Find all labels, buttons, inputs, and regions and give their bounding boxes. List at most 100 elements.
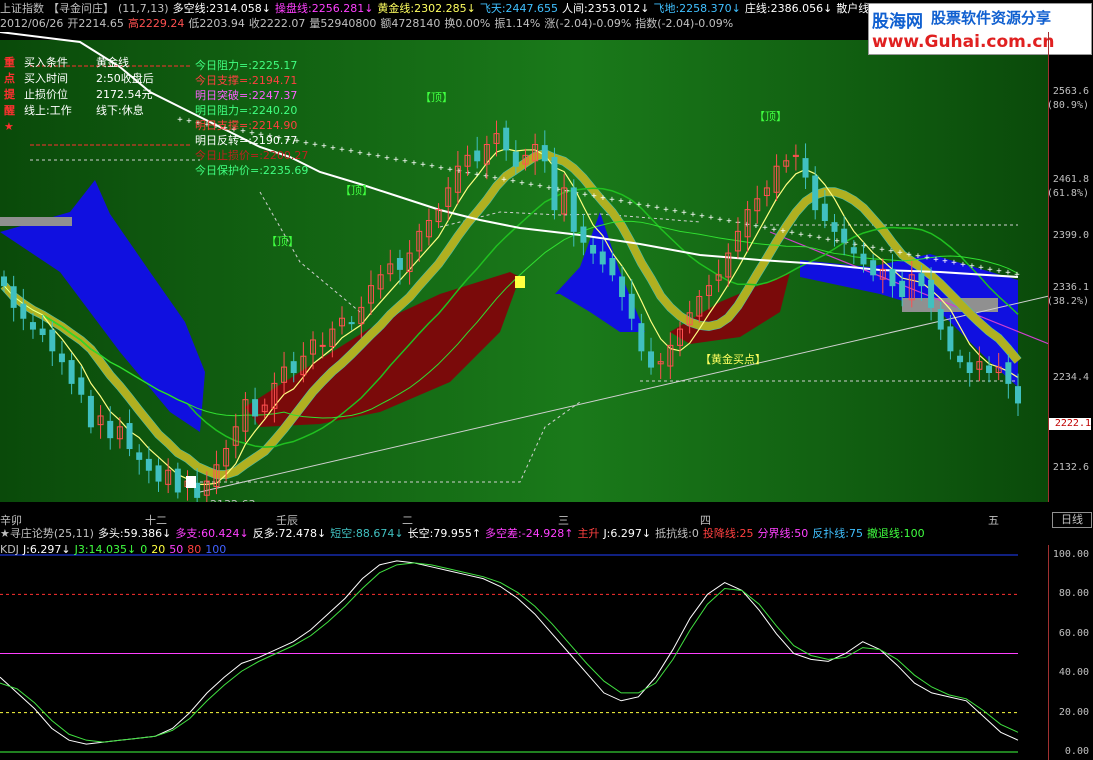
price-level-item: 明日阻力=:2240.20 <box>195 104 298 117</box>
candle-body <box>986 365 993 374</box>
trend-item-5: 长空:79.955↑ <box>407 527 482 540</box>
header-indicator-10: 散户线 <box>836 2 870 15</box>
retail-line-marker: + <box>447 165 453 175</box>
retail-line-marker: + <box>366 150 372 160</box>
logo-site-name: 股海网 <box>872 12 923 32</box>
trend-item-12: 反扑线:75 <box>812 527 863 540</box>
retail-line-marker: + <box>717 215 723 225</box>
candle-body <box>619 276 626 298</box>
candle-body <box>1015 386 1021 404</box>
candle-body <box>78 377 85 395</box>
header-indicator-2: (11,7,13) <box>118 2 169 15</box>
price-levels-panel: 今日阻力=:2225.17 今日支撑=:2194.71 明日突破=:2247.37 明… <box>195 58 308 178</box>
kdj-line-j3 <box>0 562 1019 743</box>
quote-header-ohlc: 2012/06/26 开2214.65 高2229.24 低2203.94 收2222.… <box>0 17 737 31</box>
retail-line-marker: + <box>348 147 354 157</box>
reminder-value: 黄金线 <box>96 56 129 69</box>
header-indicator-0: 上证指数 <box>0 2 44 15</box>
price-level-item: 今日保护价=:2235.69 <box>195 164 309 177</box>
price-axis-label: (38.2%) <box>1046 296 1089 307</box>
retail-line-marker: + <box>618 197 624 207</box>
retail-line-marker: + <box>699 212 705 222</box>
price-level-item: 明日突破=:2247.37 <box>195 89 298 102</box>
candle-body <box>841 228 848 243</box>
candle-body <box>290 361 297 374</box>
candle-body <box>918 273 925 287</box>
header-indicator-1: 【寻金问庄】 <box>48 2 114 15</box>
retail-line-marker: + <box>528 180 534 190</box>
retail-line-marker: + <box>474 170 480 180</box>
candle-body <box>850 247 857 254</box>
kdj-axis-label: 40.00 <box>1058 667 1089 679</box>
quote-header-indicators: 上证指数 【寻金问庄】 (11,7,13) 多空线:2314.058↓ 操盘线:2256… <box>0 2 873 16</box>
retail-line-marker: + <box>906 250 912 260</box>
candle-body <box>29 322 36 330</box>
candle-body <box>937 309 944 330</box>
low-price-label: 2132.63 <box>210 498 256 502</box>
reminder-value: 线下:休息 <box>96 104 144 117</box>
kdj-item-3: 0 <box>140 543 148 556</box>
retail-line-marker: + <box>186 117 192 127</box>
kdj-axis-label: 80.00 <box>1058 588 1089 600</box>
grey-marker <box>0 217 72 226</box>
retail-line-marker: + <box>501 175 507 185</box>
candle-body <box>319 344 326 347</box>
candle-body <box>396 258 403 270</box>
retail-line-marker: + <box>681 208 687 218</box>
reminder-row: 重买入条件 黄金线 <box>4 55 154 71</box>
retail-line-marker: + <box>807 232 813 242</box>
kdj-axis: 100.00 80.00 60.00 40.00 20.00 0.00 <box>1048 545 1093 760</box>
candle-body <box>599 251 606 265</box>
reminder-panel: 重买入条件 黄金线点买入时间 2:50收盘后提止损价位 2172.54元醒线上:工作 线… <box>4 55 154 135</box>
trend-item-8: J:6.297↓ <box>603 527 652 540</box>
retail-line-marker: + <box>879 245 885 255</box>
retail-line-marker: + <box>690 210 696 220</box>
retail-line-marker: + <box>825 235 831 245</box>
reminder-value: 2172.54元 <box>96 88 153 101</box>
retail-line-marker: + <box>546 183 552 193</box>
candle-body <box>155 465 162 482</box>
reminder-row: 醒线上:工作 线下:休息 <box>4 103 154 119</box>
retail-line-marker: + <box>1005 268 1011 278</box>
candle-body <box>39 328 46 336</box>
reminder-label: 线上:工作 <box>24 104 72 117</box>
retail-line-marker: + <box>987 265 993 275</box>
kdj-chart[interactable] <box>0 545 1049 760</box>
header-indicator-6: 飞天:2447.655 <box>479 2 559 15</box>
candle-body <box>638 323 645 352</box>
retail-line-marker: + <box>429 162 435 172</box>
date-axis-label: 三 <box>558 514 569 527</box>
retail-line-marker: + <box>1014 270 1020 280</box>
price-axis-label: 2234.4 <box>1052 372 1089 383</box>
date-axis-label: 十二 <box>145 514 167 527</box>
retail-line-marker: + <box>600 193 606 203</box>
period-button[interactable]: 日线 <box>1052 512 1092 528</box>
candle-body <box>10 286 17 308</box>
kdj-item-4: 20 <box>151 543 166 556</box>
date-axis-label: 五 <box>988 514 999 527</box>
reminder-side-char: 点 <box>4 72 15 85</box>
trend-item-0: ★寻庄论势(25,11) <box>0 527 94 540</box>
header-ohlc-item-8: 振1.14% <box>494 17 541 30</box>
retail-line-marker: + <box>591 192 597 202</box>
trend-item-11: 分界线:50 <box>757 527 809 540</box>
candle-body <box>503 127 510 151</box>
candle-body <box>87 395 94 428</box>
retail-line-marker: + <box>816 233 822 243</box>
price-chart[interactable]: + + + + + + + + + + + + + + + + + + + + + + + + + + + + + + + + + + + + + + + +… <box>0 32 1049 502</box>
price-axis-label: 2461.8 <box>1052 174 1089 185</box>
retail-line-marker: + <box>654 203 660 213</box>
candle-body <box>590 244 597 254</box>
trend-item-9: 抵抗线:0 <box>655 527 699 540</box>
price-axis-label: (61.8%) <box>1046 188 1089 199</box>
header-ohlc-item-0: 2012/06/26 <box>0 17 64 30</box>
date-axis-label: 壬辰 <box>276 514 298 527</box>
header-ohlc-item-10: 指数(-2.04)-0.09% <box>635 17 734 30</box>
header-indicator-7: 人间:2353.012↓ <box>562 2 650 15</box>
retail-line-marker: + <box>420 160 426 170</box>
kdj-line-j <box>0 560 1019 745</box>
retail-line-marker: + <box>384 153 390 163</box>
date-axis-label: 四 <box>700 514 711 527</box>
buy-marker <box>186 476 196 488</box>
header-ohlc-item-6: 额4728140 <box>380 17 441 30</box>
